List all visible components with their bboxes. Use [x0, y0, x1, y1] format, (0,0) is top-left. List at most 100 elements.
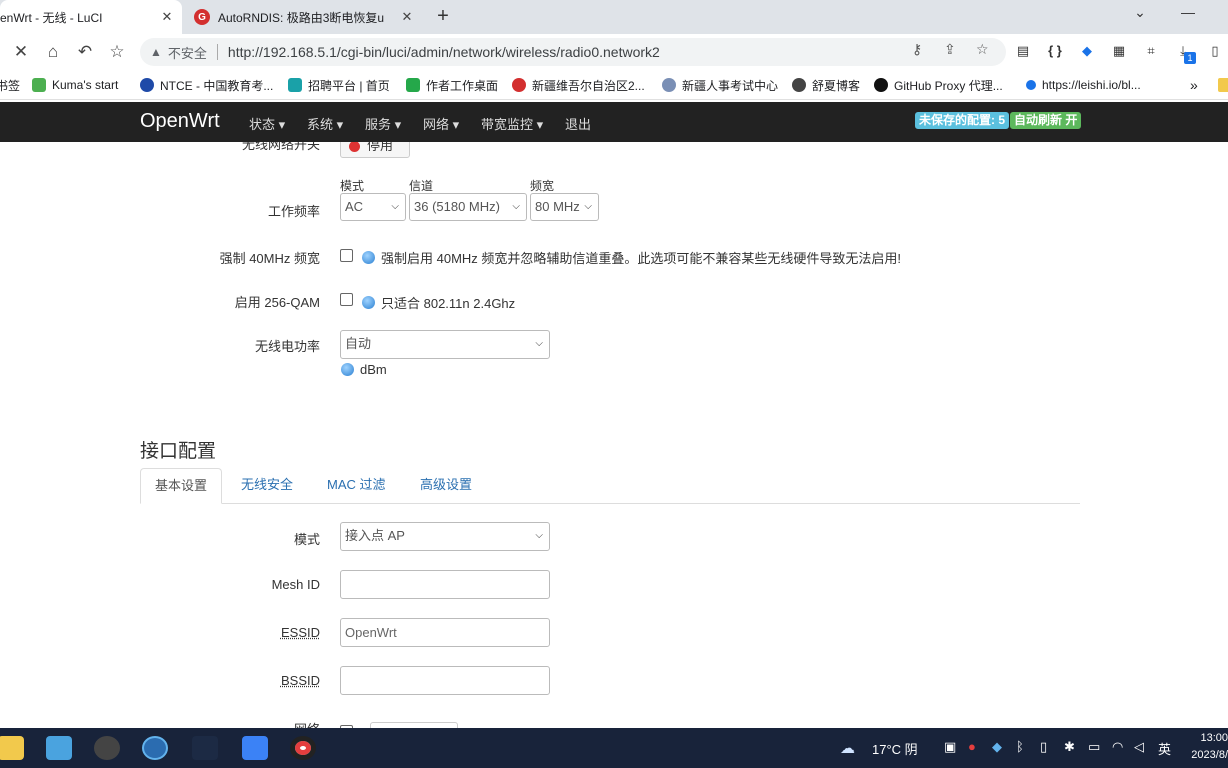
bookmark-item[interactable]: 招聘平台 | 首页 — [288, 76, 390, 94]
stop-icon[interactable]: ✕ — [10, 41, 32, 63]
close-icon[interactable]: ✕ — [400, 10, 414, 24]
nav-network[interactable]: 网络 ▾ — [423, 114, 459, 133]
bookmark-favicon-icon — [792, 78, 806, 92]
tray-app-icon[interactable]: ✱ — [1064, 739, 1075, 755]
crop-icon[interactable]: ⌗ — [1142, 42, 1160, 60]
key-icon[interactable]: ⚷ — [912, 41, 922, 58]
bookmark-favicon-icon — [32, 78, 46, 92]
tab-mac-filter[interactable]: MAC 过滤 — [313, 468, 400, 504]
browser-taskbar-icon[interactable] — [142, 736, 168, 760]
tab-advanced[interactable]: 高级设置 — [406, 468, 486, 504]
github-icon — [874, 78, 888, 92]
openwrt-navbar: OpenWrt 状态 ▾ 系统 ▾ 服务 ▾ 网络 ▾ 带宽监控 ▾ 退出 未保… — [0, 102, 1228, 142]
tray-battery-icon[interactable]: ▯ — [1040, 739, 1047, 755]
help-icon — [362, 251, 375, 264]
bookmark-item[interactable]: GitHub Proxy 代理... — [874, 76, 1003, 94]
tray-display-icon[interactable]: ▭ — [1088, 739, 1100, 755]
bookmark-item[interactable]: 新疆人事考试中心 — [662, 76, 778, 94]
tray-bluetooth-icon[interactable]: ᛒ — [1016, 739, 1024, 754]
network-app-icon[interactable] — [242, 736, 268, 760]
chevron-down-icon: ⌵ — [535, 530, 543, 541]
volume-icon[interactable]: ◁ — [1134, 739, 1144, 755]
wireless-toggle-label: 无线网络开关 — [241, 142, 320, 152]
bookmarks-bar: 书签 Kuma's start NTCE - 中国教育考... 招聘平台 | 首… — [0, 70, 1228, 100]
bookmark-item[interactable]: NTCE - 中国教育考... — [140, 76, 273, 94]
tab-security[interactable]: 无线安全 — [227, 468, 307, 504]
home-icon[interactable]: ⌂ — [42, 41, 64, 63]
force40-checkbox[interactable] — [340, 249, 353, 262]
extension-reader-icon[interactable]: ▤ — [1014, 42, 1032, 60]
power-label: 无线电功率 — [254, 339, 320, 354]
nav-bandwidth[interactable]: 带宽监控 ▾ — [481, 114, 543, 133]
freq-label: 工作频率 — [267, 204, 320, 219]
unsaved-changes-badge[interactable]: 未保存的配置: 5 — [915, 112, 1010, 129]
nav-status[interactable]: 状态 ▾ — [249, 114, 285, 133]
wifi-icon[interactable]: ◠ — [1112, 739, 1123, 755]
nav-logout[interactable]: 退出 — [565, 114, 591, 133]
nav-services[interactable]: 服务 ▾ — [365, 114, 401, 133]
channel-select[interactable]: 36 (5180 MHz) ⌵ — [409, 193, 527, 221]
nav-system[interactable]: 系统 ▾ — [307, 114, 343, 133]
force40-help: 强制启用 40MHz 频宽并忽略辅助信道重叠。此选项可能不兼容某些无线硬件导致无… — [362, 248, 901, 267]
qam-label: 启用 256-QAM — [234, 295, 320, 310]
extension-shield-icon[interactable]: ◆ — [1078, 42, 1096, 60]
bssid-input[interactable] — [340, 666, 550, 695]
bookmark-item[interactable]: 书签 — [0, 76, 20, 94]
bookmark-item[interactable]: 作者工作桌面 — [406, 76, 498, 94]
tray-record-icon[interactable]: ● — [968, 739, 976, 754]
auto-refresh-badge[interactable]: 自动刷新 开 — [1010, 112, 1082, 129]
extension-puzzle-icon[interactable]: ▦ — [1110, 42, 1128, 60]
app-icon[interactable] — [192, 736, 218, 760]
essid-input[interactable]: OpenWrt — [340, 618, 550, 647]
bookmark-item[interactable]: https://leishi.io/bl... — [1026, 76, 1141, 94]
bssid-label: BSSID — [280, 673, 320, 688]
minimize-icon[interactable]: — — [1176, 4, 1200, 20]
browser-tab-autorndis[interactable]: G AutoRNDIS: 极路由3断电恢复u ✕ — [186, 0, 422, 34]
disable-wireless-button[interactable]: 停用 — [340, 142, 410, 158]
tab-title: enWrt - 无线 - LuCI — [0, 10, 103, 25]
tab-search-icon[interactable]: ⌄ — [1128, 4, 1152, 21]
sd-app-icon[interactable] — [94, 736, 120, 760]
tab-basic[interactable]: 基本设置 — [140, 468, 223, 504]
extension-json-icon[interactable]: { } — [1046, 42, 1064, 60]
sidebar-icon[interactable]: ▯ — [1206, 42, 1224, 60]
bookmark-item[interactable]: Kuma's start — [32, 76, 118, 94]
file-explorer-icon[interactable] — [0, 736, 24, 760]
hw-mode-select[interactable]: AC ⌵ — [340, 193, 406, 221]
star-icon[interactable]: ☆ — [976, 41, 989, 58]
txpower-select[interactable]: 自动 ⌵ — [340, 330, 550, 359]
address-bar[interactable]: ▲ 不安全 http://192.168.5.1/cgi-bin/luci/ad… — [140, 38, 1006, 66]
bookmark-star-icon[interactable]: ☆ — [106, 41, 128, 63]
ime-indicator[interactable]: 英 — [1158, 739, 1171, 758]
width-select[interactable]: 80 MHz ⌵ — [530, 193, 599, 221]
qam-checkbox[interactable] — [340, 293, 353, 306]
iface-mode-select[interactable]: 接入点 AP ⌵ — [340, 522, 550, 551]
tray-shield-icon[interactable]: ◆ — [992, 739, 1002, 755]
clock-time[interactable]: 13:00 — [1182, 732, 1228, 744]
network-label: 网络 — [294, 719, 320, 728]
url-text[interactable]: http://192.168.5.1/cgi-bin/luci/admin/ne… — [228, 44, 660, 60]
brand-logo[interactable]: OpenWrt — [140, 110, 220, 133]
close-icon[interactable]: ✕ — [160, 10, 174, 24]
tray-cat-icon[interactable]: ▣ — [944, 739, 956, 755]
mesh-id-input[interactable] — [340, 570, 550, 599]
page-content: 无线网络开关 停用 模式 信道 频宽 工作频率 AC ⌵ 36 (5180 MHz… — [0, 142, 1228, 728]
undo-icon[interactable]: ↶ — [74, 41, 96, 63]
record-icon[interactable] — [290, 736, 316, 760]
help-icon — [341, 363, 354, 376]
bookmark-item[interactable]: 新疆维吾尔自治区2... — [512, 76, 645, 94]
more-bookmarks-icon[interactable]: » — [1190, 76, 1198, 94]
bookmark-folder-icon[interactable] — [1218, 78, 1228, 92]
chevron-down-icon: ⌵ — [512, 201, 520, 212]
browser-tab-openwrt[interactable]: enWrt - 无线 - LuCI ✕ — [0, 0, 182, 34]
app-icon[interactable] — [46, 736, 72, 760]
weather-icon[interactable]: ☁ — [840, 739, 855, 757]
clock-date[interactable]: 2023/8/ — [1182, 749, 1228, 761]
new-tab-button[interactable]: + — [432, 6, 454, 28]
weather-text[interactable]: 17°C 阴 — [872, 739, 918, 758]
share-icon[interactable]: ⇪ — [944, 41, 956, 58]
chevron-down-icon: ⌵ — [584, 201, 592, 212]
bookmark-item[interactable]: 舒夏博客 — [792, 76, 860, 94]
essid-label: ESSID — [280, 625, 320, 640]
warning-icon: ▲ — [150, 45, 162, 59]
